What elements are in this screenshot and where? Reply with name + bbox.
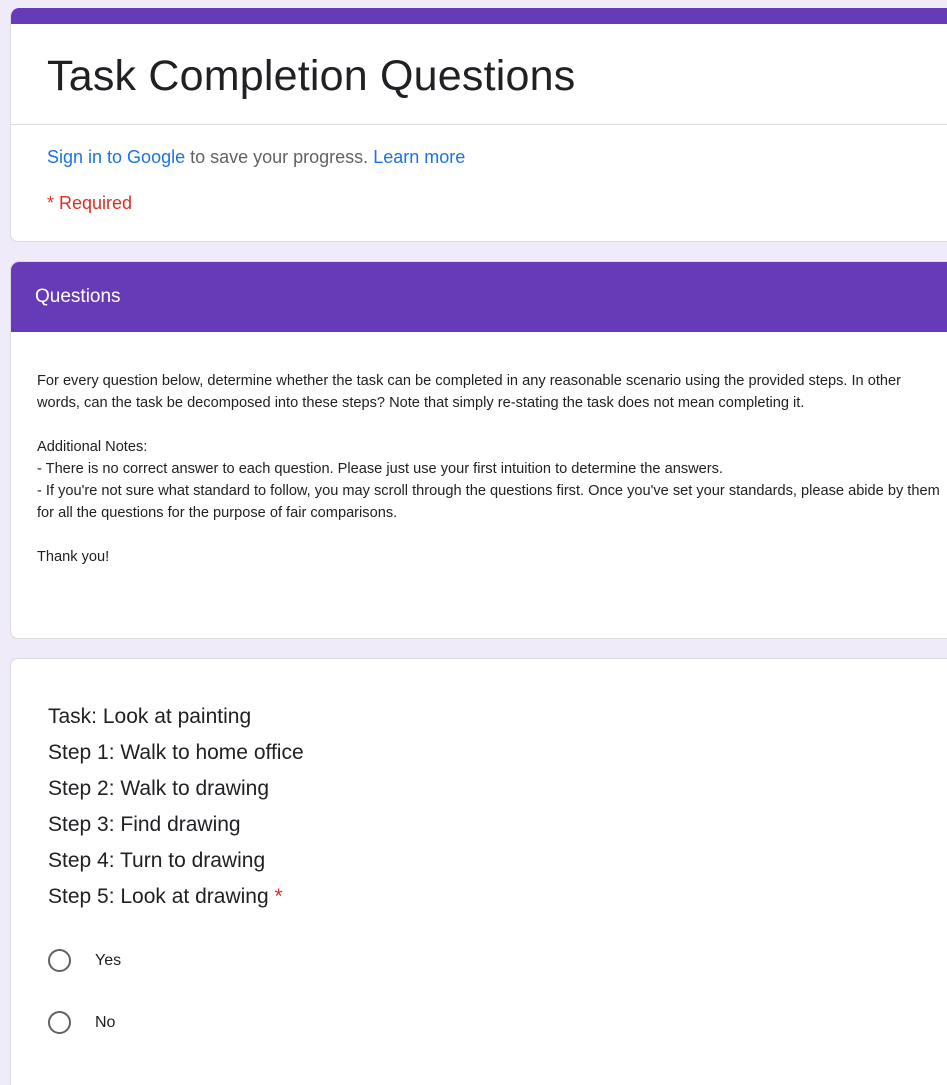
header-accent-bar <box>11 8 947 24</box>
option-no[interactable]: No <box>48 1011 115 1034</box>
question-line-step-4: Step 4: Turn to drawing <box>48 849 266 872</box>
form-page: Task Completion Questions Sign in to Goo… <box>0 0 947 1085</box>
required-note: * Required <box>47 193 133 213</box>
section-header: Questions <box>11 262 947 332</box>
option-yes[interactable]: Yes <box>48 949 121 972</box>
note-item: - There is no correct answer to each que… <box>37 461 723 477</box>
question-line-step-2: Step 2: Walk to drawing <box>48 777 269 800</box>
form-title: Task Completion Questions <box>47 52 576 100</box>
thank-you-text: Thank you! <box>37 549 110 565</box>
notes-heading: Additional Notes: <box>37 439 148 455</box>
section-card: Questions For every question below, dete… <box>10 261 947 639</box>
title-divider <box>11 124 947 125</box>
question-title: Task: Look at painting Step 1: Walk to h… <box>48 699 304 915</box>
question-card: Task: Look at painting Step 1: Walk to h… <box>10 658 947 1085</box>
required-asterisk: * <box>274 885 283 908</box>
question-line-step-5: Step 5: Look at drawing * <box>48 879 304 915</box>
section-title: Questions <box>35 286 121 307</box>
option-yes-label[interactable]: Yes <box>95 951 121 971</box>
note-item: - If you're not sure what standard to fo… <box>37 483 940 521</box>
sign-in-link[interactable]: Sign in to Google <box>47 147 185 167</box>
question-line-step-5-text: Step 5: Look at drawing <box>48 885 269 908</box>
section-description: For every question below, determine whet… <box>37 370 947 568</box>
option-no-label[interactable]: No <box>95 1013 115 1033</box>
signin-notice: Sign in to Google to save your progress.… <box>47 145 465 169</box>
learn-more-link[interactable]: Learn more <box>373 147 465 167</box>
question-line-task: Task: Look at painting <box>48 705 252 728</box>
radio-yes[interactable] <box>48 949 71 972</box>
instructions-paragraph: For every question below, determine whet… <box>37 373 901 411</box>
signin-notice-text: to save your progress. <box>185 147 374 167</box>
radio-no[interactable] <box>48 1011 71 1034</box>
form-header-card: Task Completion Questions Sign in to Goo… <box>10 8 947 242</box>
question-line-step-3: Step 3: Find drawing <box>48 813 241 836</box>
question-line-step-1: Step 1: Walk to home office <box>48 741 304 764</box>
